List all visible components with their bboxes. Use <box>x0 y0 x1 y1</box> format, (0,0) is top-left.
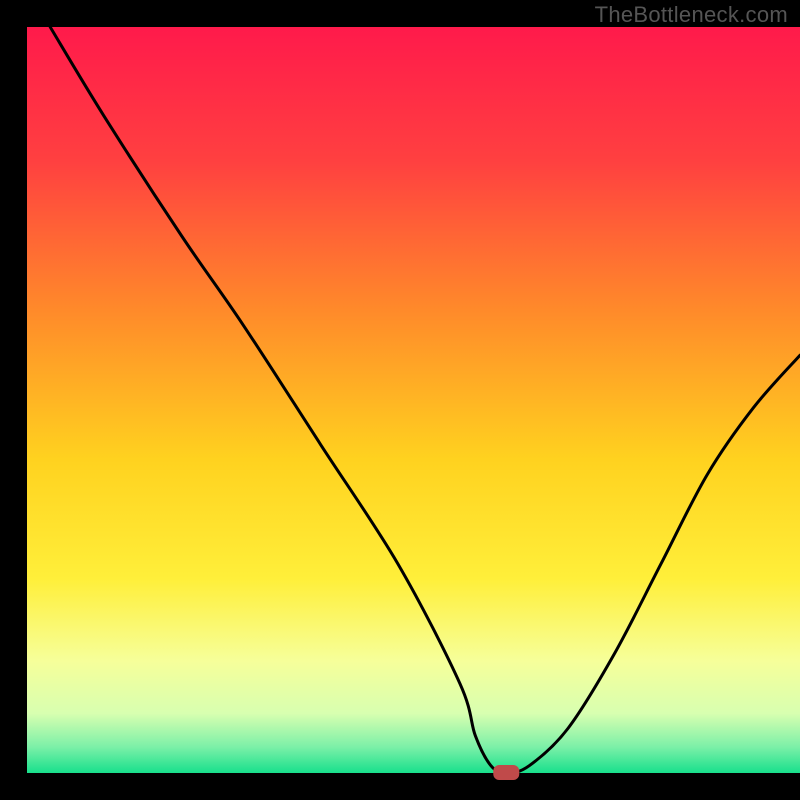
optimum-marker <box>493 765 519 780</box>
bottleneck-chart <box>0 0 800 800</box>
chart-stage: TheBottleneck.com <box>0 0 800 800</box>
watermark-text: TheBottleneck.com <box>595 2 788 28</box>
plot-gradient-background <box>27 27 800 773</box>
